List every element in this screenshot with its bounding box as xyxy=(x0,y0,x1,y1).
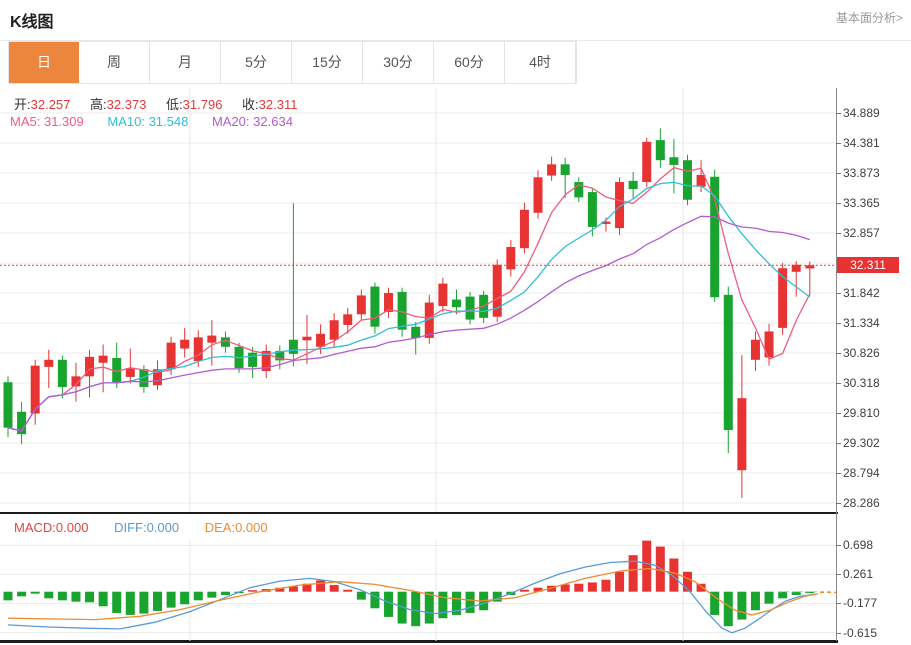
dea-label: DEA: xyxy=(205,520,235,535)
axis-tickmark xyxy=(836,574,841,575)
ma5-value: 31.309 xyxy=(44,114,84,129)
axis-tick-label: 28.794 xyxy=(843,466,907,480)
axis-tick-label: 30.318 xyxy=(843,376,907,390)
axis-tick-label: -0.615 xyxy=(843,626,907,640)
period-tabbar: 日周月5分15分30分60分4时 xyxy=(8,41,577,84)
axis-tickmark xyxy=(836,203,841,204)
low-value: 31.796 xyxy=(183,97,223,112)
close-label: 收: xyxy=(242,97,259,112)
axis-tick-label: 31.842 xyxy=(843,286,907,300)
macd-chart[interactable] xyxy=(0,540,836,641)
axis-tickmark xyxy=(836,233,841,234)
axis-tick-label: 33.365 xyxy=(843,196,907,210)
axis-tick-label: 0.261 xyxy=(843,567,907,581)
axis-tick-label: 34.889 xyxy=(843,106,907,120)
axis-tick-label: 31.334 xyxy=(843,316,907,330)
axis-tickmark xyxy=(836,545,841,546)
tab-5分[interactable]: 5分 xyxy=(221,42,292,83)
axis-tick-label: 0.698 xyxy=(843,538,907,552)
current-price-badge: 32.311 xyxy=(837,257,899,273)
axis-tickmark xyxy=(836,113,841,114)
axis-tick-label: 30.826 xyxy=(843,346,907,360)
open-label: 开: xyxy=(14,97,31,112)
tab-60分[interactable]: 60分 xyxy=(434,42,505,83)
axis-tickmark xyxy=(836,143,841,144)
axis-tickmark xyxy=(836,293,841,294)
macd-label: MACD: xyxy=(14,520,56,535)
ma10-value: 31.548 xyxy=(149,114,189,129)
diff-value: 0.000 xyxy=(147,520,180,535)
tab-30分[interactable]: 30分 xyxy=(363,42,434,83)
diff-label: DIFF: xyxy=(114,520,147,535)
tab-月[interactable]: 月 xyxy=(150,42,221,83)
low-label: 低: xyxy=(166,97,183,112)
ohlc-readout: 开:32.257 高:32.373 低:31.796 收:32.311 xyxy=(14,94,313,113)
axis-tickmark xyxy=(836,473,841,474)
axis-tickmark xyxy=(836,173,841,174)
panel-separator xyxy=(0,512,838,514)
tab-4时[interactable]: 4时 xyxy=(505,42,576,83)
ma5-label: MA5: xyxy=(10,114,40,129)
fundamental-analysis-link[interactable]: 基本面分析> xyxy=(836,9,903,26)
axis-tickmark xyxy=(836,353,841,354)
open-value: 32.257 xyxy=(31,97,71,112)
axis-tickmark xyxy=(836,503,841,504)
axis-tick-label: 32.857 xyxy=(843,226,907,240)
high-value: 32.373 xyxy=(107,97,147,112)
page-title: K线图 xyxy=(10,8,54,32)
high-label: 高: xyxy=(90,97,107,112)
ma-readout: MA5: 31.309 MA10: 31.548 MA20: 32.634 xyxy=(10,114,313,129)
dea-value: 0.000 xyxy=(235,520,268,535)
axis-tick-label: 28.286 xyxy=(843,496,907,510)
ma20-label: MA20: xyxy=(212,114,250,129)
tab-周[interactable]: 周 xyxy=(79,42,150,83)
axis-tickmark xyxy=(836,443,841,444)
candlestick-chart[interactable] xyxy=(0,88,836,512)
axis-tickmark xyxy=(836,413,841,414)
price-axis-line xyxy=(836,88,837,641)
axis-tickmark xyxy=(836,323,841,324)
macd-readout: MACD:0.000 DIFF:0.000 DEA:0.000 xyxy=(14,520,290,535)
close-value: 32.311 xyxy=(259,97,298,112)
tab-日[interactable]: 日 xyxy=(9,42,79,83)
axis-tick-label: 34.381 xyxy=(843,136,907,150)
axis-tick-label: -0.177 xyxy=(843,596,907,610)
axis-tickmark xyxy=(836,383,841,384)
tab-15分[interactable]: 15分 xyxy=(292,42,363,83)
axis-tickmark xyxy=(836,603,841,604)
macd-value: 0.000 xyxy=(56,520,89,535)
ma10-label: MA10: xyxy=(107,114,145,129)
axis-tick-label: 29.810 xyxy=(843,406,907,420)
ma20-value: 32.634 xyxy=(253,114,293,129)
axis-tick-label: 33.873 xyxy=(843,166,907,180)
axis-tick-label: 29.302 xyxy=(843,436,907,450)
axis-tickmark xyxy=(836,633,841,634)
